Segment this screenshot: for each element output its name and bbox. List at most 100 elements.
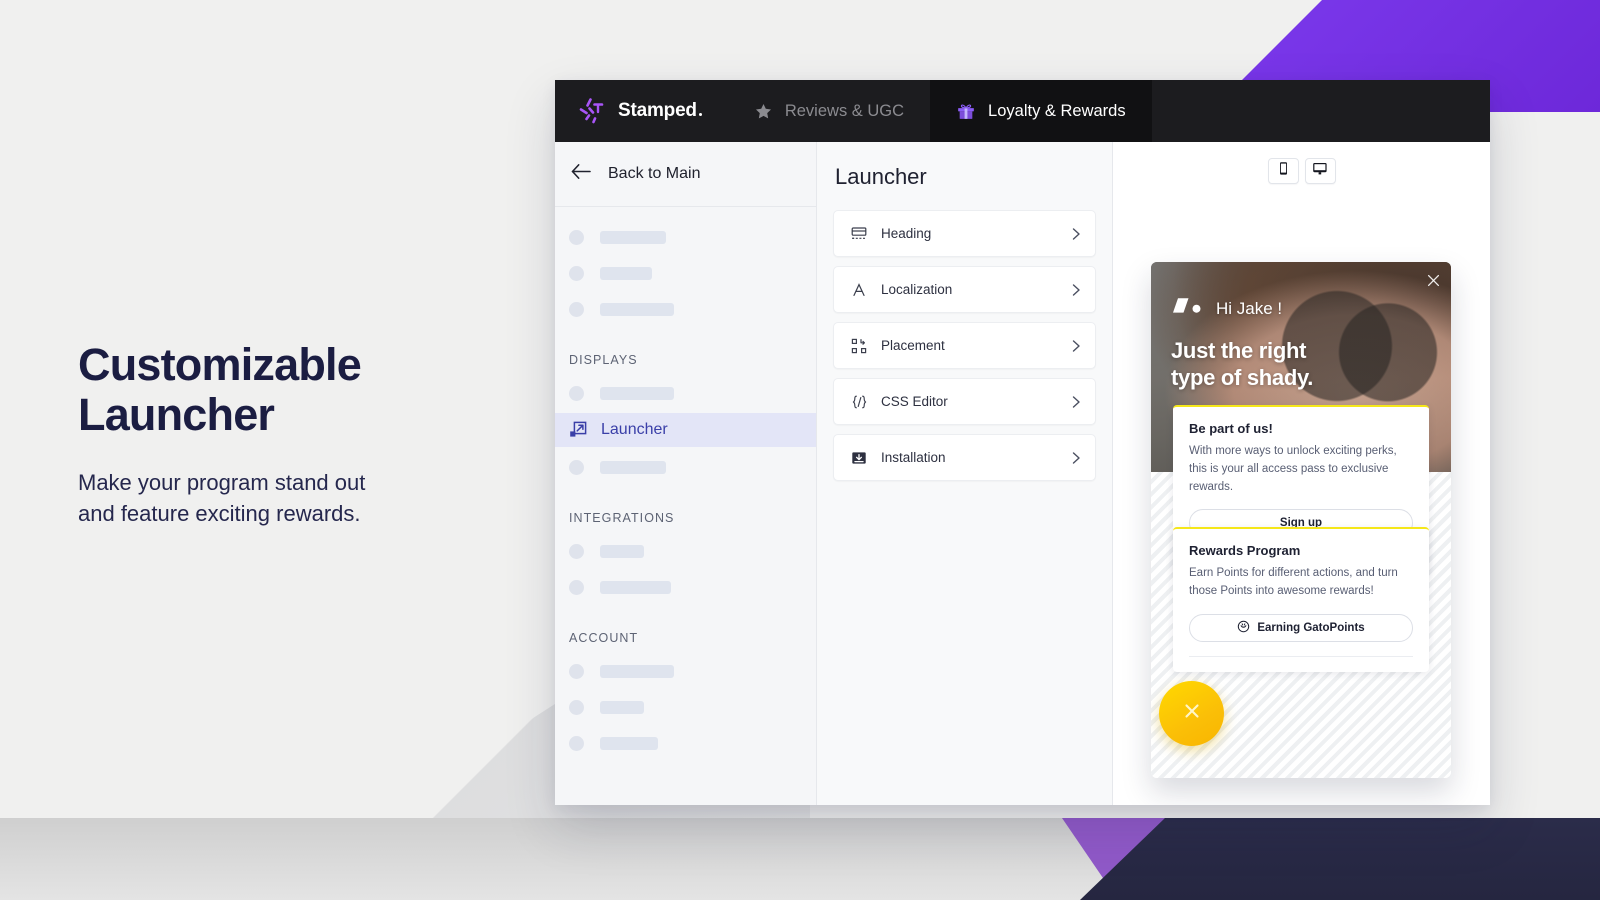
page-root: Customizable Launcher Make your program … bbox=[0, 0, 1600, 900]
back-to-main-button[interactable]: Back to Main bbox=[555, 142, 816, 207]
page-title-line1: Customizable bbox=[78, 339, 362, 390]
widget-greeting-text: Hi Jake ! bbox=[1216, 299, 1283, 318]
sidebar-item-icon-placeholder bbox=[569, 699, 584, 715]
sidebar-item-label-placeholder bbox=[600, 386, 674, 400]
sidebar-item-label-placeholder bbox=[600, 544, 644, 558]
sidebar-item-placeholder[interactable] bbox=[555, 725, 816, 761]
sidebar-item-icon-placeholder bbox=[569, 663, 584, 679]
sidebar-item-label-placeholder bbox=[600, 664, 674, 678]
settings-option-heading[interactable]: Heading bbox=[833, 210, 1096, 257]
sidebar-item-placeholder[interactable] bbox=[555, 449, 816, 485]
tab-reviews-ugc-label: Reviews & UGC bbox=[784, 101, 905, 120]
device-toggle-desktop[interactable] bbox=[1304, 158, 1336, 184]
placement-grid-icon bbox=[850, 338, 868, 354]
stamped-starburst-logo-icon bbox=[577, 96, 607, 126]
tab-loyalty-rewards-label: Loyalty & Rewards bbox=[988, 101, 1126, 120]
code-braces-icon bbox=[850, 394, 868, 410]
mobile-device-icon bbox=[1277, 161, 1290, 181]
sidebar-item-icon-placeholder bbox=[569, 265, 584, 281]
sidebar-item-placeholder[interactable] bbox=[555, 375, 816, 411]
heading-block-icon bbox=[850, 226, 868, 242]
sidebar-item-icon-placeholder bbox=[569, 301, 584, 317]
earning-gatopoints-label: Earning GatoPoints bbox=[1257, 621, 1365, 634]
settings-option-installation[interactable]: Installation bbox=[833, 434, 1096, 481]
chevron-right-icon bbox=[1070, 339, 1082, 353]
settings-option-placement-label: Placement bbox=[881, 338, 945, 353]
widget-headline-line2: type of shady. bbox=[1171, 364, 1314, 390]
tab-reviews-ugc[interactable]: Reviews & UGC bbox=[728, 80, 930, 142]
back-to-main-label: Back to Main bbox=[608, 165, 701, 182]
sidebar-item-label-placeholder bbox=[600, 580, 671, 594]
sidebar-item-launcher-label: Launcher bbox=[601, 421, 668, 438]
star-icon bbox=[754, 102, 773, 121]
page-title: Customizable Launcher bbox=[78, 339, 508, 441]
chevron-right-icon bbox=[1070, 395, 1082, 409]
sidebar-group-account: ACCOUNT bbox=[555, 605, 816, 761]
sidebar-group-title-displays: DISPLAYS bbox=[569, 353, 638, 367]
desktop-device-icon bbox=[1312, 161, 1328, 181]
marketing-copy: Customizable Launcher Make your program … bbox=[78, 339, 508, 529]
sidebar-group-title-account: ACCOUNT bbox=[569, 631, 639, 645]
close-icon bbox=[1182, 701, 1202, 726]
decor-navy-trapezoid-bottom bbox=[1080, 818, 1600, 900]
preview-panel: Hi Jake ! Just the right type of shady. … bbox=[1113, 142, 1490, 805]
points-coin-icon bbox=[1237, 620, 1250, 636]
app-body: Back to Main DISPLAYS Launcher INTEGRATI… bbox=[555, 142, 1490, 805]
page-subtitle-line2: and feature exciting rewards. bbox=[78, 501, 361, 527]
brand-name: Stamped bbox=[618, 100, 702, 122]
chevron-right-icon bbox=[1070, 283, 1082, 297]
sidebar-item-placeholder[interactable] bbox=[555, 653, 816, 689]
launcher-popout-icon bbox=[569, 421, 587, 439]
brand-slash-dot-icon bbox=[1171, 297, 1205, 321]
arrow-left-icon bbox=[571, 163, 592, 185]
sidebar-group-title-integrations: INTEGRATIONS bbox=[569, 511, 675, 525]
page-title-line2: Launcher bbox=[78, 389, 275, 441]
device-toggle-mobile[interactable] bbox=[1267, 158, 1299, 184]
top-navigation-bar: Stamped Reviews & UGC Loyalty & Rewards bbox=[555, 80, 1490, 142]
page-subtitle-line1: Make your program stand out bbox=[78, 469, 366, 495]
settings-option-localization-label: Localization bbox=[881, 282, 953, 297]
widget-launcher-fab[interactable] bbox=[1159, 681, 1224, 746]
gift-icon bbox=[956, 101, 976, 121]
sidebar-item-label-placeholder bbox=[600, 266, 652, 280]
settings-option-css-editor[interactable]: CSS Editor bbox=[833, 378, 1096, 425]
widget-headline: Just the right type of shady. bbox=[1171, 338, 1313, 392]
tab-loyalty-rewards[interactable]: Loyalty & Rewards bbox=[930, 80, 1152, 142]
settings-option-localization[interactable]: Localization bbox=[833, 266, 1096, 313]
widget-card-signup-title: Be part of us! bbox=[1189, 421, 1273, 436]
chevron-right-icon bbox=[1070, 227, 1082, 241]
chevron-right-icon bbox=[1070, 451, 1082, 465]
sidebar: Back to Main DISPLAYS Launcher INTEGRATI… bbox=[555, 142, 817, 805]
widget-card-signup-body: With more ways to unlock exciting perks,… bbox=[1189, 445, 1397, 493]
sidebar-item-label-placeholder bbox=[600, 302, 674, 316]
device-toggle-group bbox=[1113, 142, 1490, 184]
sidebar-item-placeholder[interactable] bbox=[555, 689, 816, 725]
sidebar-group-integrations: INTEGRATIONS bbox=[555, 485, 816, 605]
earning-gatopoints-button[interactable]: Earning GatoPoints bbox=[1189, 613, 1413, 642]
sidebar-item-placeholder[interactable] bbox=[555, 569, 816, 605]
sidebar-item-icon-placeholder bbox=[569, 735, 584, 751]
sidebar-item-placeholder[interactable] bbox=[555, 219, 816, 255]
settings-panel: Launcher Heading Localization Placement … bbox=[817, 142, 1113, 805]
sidebar-item-placeholder[interactable] bbox=[555, 533, 816, 569]
sidebar-item-placeholder[interactable] bbox=[555, 255, 816, 291]
widget-close-button[interactable] bbox=[1427, 274, 1440, 290]
widget-card-rewards-body: Earn Points for different actions, and t… bbox=[1189, 567, 1398, 597]
widget-divider bbox=[1189, 655, 1413, 657]
brand-logo[interactable]: Stamped bbox=[555, 80, 728, 142]
page-subtitle: Make your program stand out and feature … bbox=[78, 467, 508, 529]
sidebar-item-label-placeholder bbox=[600, 736, 658, 750]
sidebar-group-top bbox=[555, 207, 816, 327]
sidebar-item-icon-placeholder bbox=[569, 459, 584, 475]
sidebar-item-launcher[interactable]: Launcher bbox=[555, 413, 816, 447]
sidebar-item-label-placeholder bbox=[600, 700, 644, 714]
sidebar-item-icon-placeholder bbox=[569, 385, 584, 401]
sidebar-item-placeholder[interactable] bbox=[555, 291, 816, 327]
settings-option-css-editor-label: CSS Editor bbox=[881, 394, 948, 409]
widget-card-rewards: Rewards Program Earn Points for differen… bbox=[1173, 527, 1429, 672]
settings-option-placement[interactable]: Placement bbox=[833, 322, 1096, 369]
app-window: Stamped Reviews & UGC Loyalty & Rewards … bbox=[555, 80, 1490, 805]
widget-headline-line1: Just the right bbox=[1171, 338, 1307, 363]
sidebar-group-displays: DISPLAYS Launcher bbox=[555, 327, 816, 485]
settings-option-heading-label: Heading bbox=[881, 226, 932, 241]
